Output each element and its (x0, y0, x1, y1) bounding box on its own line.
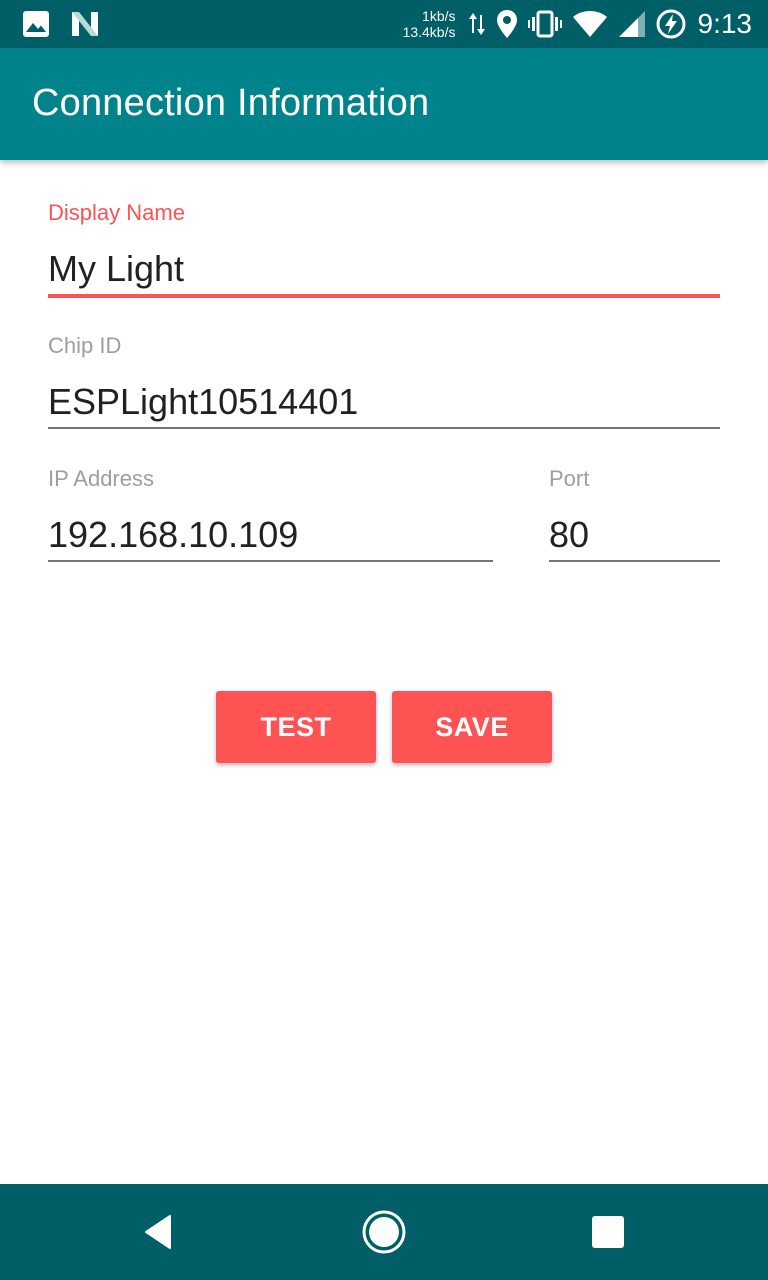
home-button[interactable] (360, 1208, 408, 1256)
page-title: Connection Information (32, 82, 430, 124)
image-icon (22, 10, 50, 38)
back-button[interactable] (136, 1208, 184, 1256)
display-name-field[interactable]: Display Name My Light (48, 200, 720, 300)
battery-charging-icon (656, 9, 686, 39)
location-icon (496, 9, 518, 39)
ip-address-field[interactable]: IP Address 192.168.10.109 (48, 466, 493, 566)
data-arrows-icon (468, 11, 486, 37)
n-logo-icon (70, 10, 100, 38)
ip-address-label: IP Address (48, 466, 154, 491)
download-speed: 13.4kb/s (402, 24, 456, 40)
network-speed: 1kb/s 13.4kb/s (403, 8, 456, 40)
chip-id-label: Chip ID (48, 333, 122, 358)
upload-speed: 1kb/s (422, 8, 456, 24)
recents-button[interactable] (584, 1208, 632, 1256)
port-underline (549, 560, 720, 562)
app-bar: Connection Information (0, 48, 768, 160)
display-name-input[interactable]: My Light (48, 248, 184, 290)
save-button[interactable]: SAVE (392, 691, 552, 763)
clock: 9:13 (697, 8, 753, 39)
cell-signal-icon (618, 10, 646, 38)
wifi-icon (572, 10, 608, 38)
ip-address-input[interactable]: 192.168.10.109 (48, 514, 298, 556)
screen: 1kb/s 13.4kb/s 9:13 Connection Informati… (0, 0, 768, 1280)
test-button[interactable]: TEST (216, 691, 376, 763)
recents-icon (592, 1216, 624, 1248)
chip-id-underline (48, 427, 720, 429)
port-field[interactable]: Port 80 (549, 466, 720, 566)
port-input[interactable]: 80 (549, 514, 589, 556)
system-status-icons: 1kb/s 13.4kb/s 9:13 (403, 0, 752, 48)
notification-icons (22, 10, 100, 38)
ip-address-underline (48, 560, 493, 562)
chip-id-input[interactable]: ESPLight10514401 (48, 381, 358, 423)
home-icon (362, 1210, 406, 1254)
display-name-underline (48, 294, 720, 298)
display-name-label: Display Name (48, 200, 185, 225)
port-label: Port (549, 466, 590, 491)
vibrate-icon (527, 10, 562, 38)
chip-id-field[interactable]: Chip ID ESPLight10514401 (48, 333, 720, 433)
status-bar: 1kb/s 13.4kb/s 9:13 (0, 0, 768, 48)
navigation-bar (0, 1184, 768, 1280)
back-icon (145, 1215, 171, 1249)
